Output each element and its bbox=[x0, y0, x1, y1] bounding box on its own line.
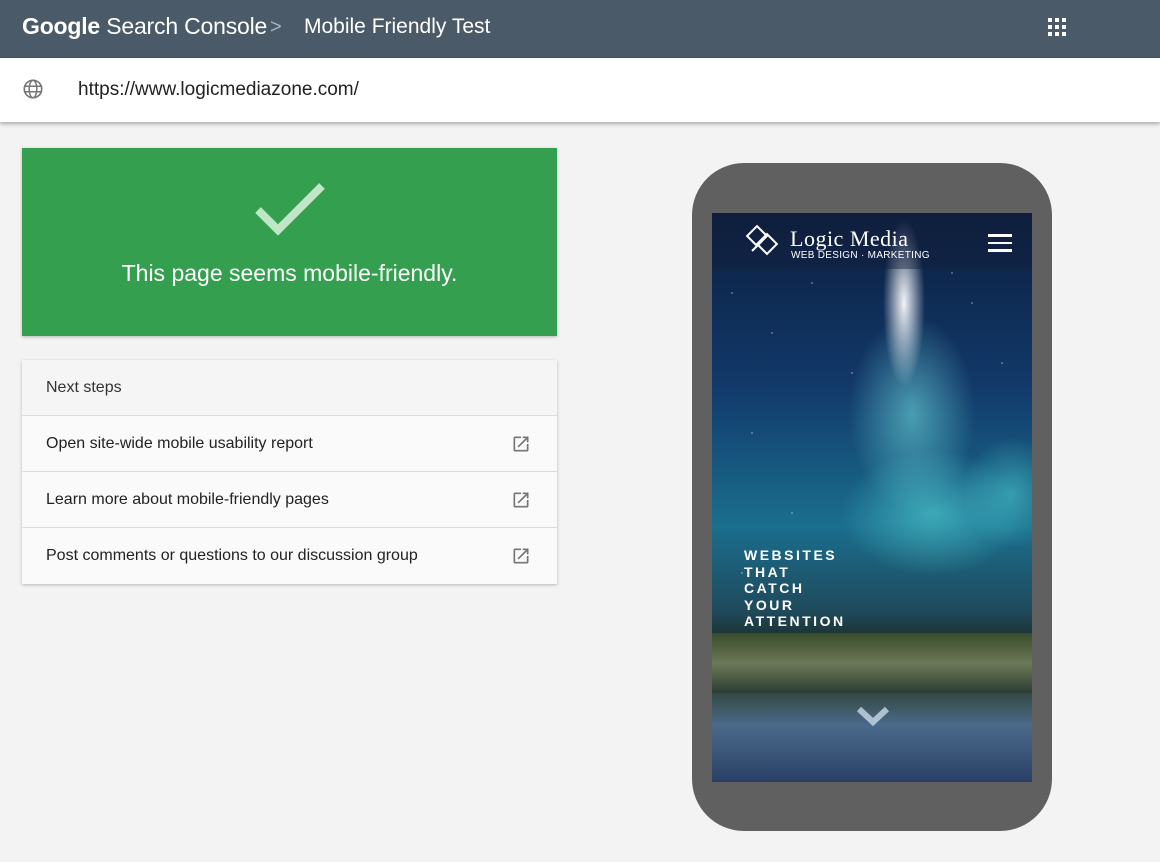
search-console-logo[interactable]: Google Search Console bbox=[22, 13, 267, 40]
globe-icon bbox=[23, 79, 43, 99]
hero-headline: WEBSITES THAT CATCH YOUR ATTENTION bbox=[744, 547, 846, 630]
landscape-meadow bbox=[712, 633, 1032, 693]
open-in-new-icon bbox=[513, 492, 529, 508]
page-screenshot[interactable]: Logic Media WEB DESIGN · MARKETING WEBSI… bbox=[712, 213, 1032, 782]
url-input[interactable] bbox=[70, 74, 970, 106]
chevron-down-icon[interactable] bbox=[856, 705, 890, 727]
hero-line: THAT bbox=[744, 563, 791, 580]
next-steps-heading: Next steps bbox=[22, 360, 557, 416]
hero-line: WEBSITES bbox=[744, 547, 838, 563]
open-in-new-icon bbox=[513, 548, 529, 564]
brand-product: Search Console bbox=[106, 13, 268, 39]
next-step-usability-report[interactable]: Open site-wide mobile usability report bbox=[22, 416, 557, 472]
next-steps-card: Next steps Open site-wide mobile usabili… bbox=[22, 360, 557, 584]
next-step-discussion-group[interactable]: Post comments or questions to our discus… bbox=[22, 528, 557, 584]
checkmark-icon bbox=[255, 183, 325, 236]
next-step-label: Open site-wide mobile usability report bbox=[46, 435, 313, 452]
hero-line: CATCH bbox=[744, 580, 805, 596]
next-step-label: Learn more about mobile-friendly pages bbox=[46, 491, 329, 508]
site-tagline: WEB DESIGN · MARKETING bbox=[791, 250, 930, 261]
phone-preview-frame: Logic Media WEB DESIGN · MARKETING WEBSI… bbox=[692, 163, 1052, 831]
page-title: Mobile Friendly Test bbox=[304, 15, 491, 38]
breadcrumb-separator: > bbox=[270, 16, 282, 38]
hero-line: YOUR bbox=[744, 596, 795, 613]
next-step-label: Post comments or questions to our discus… bbox=[46, 547, 418, 564]
url-bar bbox=[0, 58, 1160, 122]
result-banner: This page seems mobile-friendly. bbox=[22, 148, 557, 336]
hero-line: ATTENTION bbox=[744, 613, 846, 629]
site-header: Logic Media WEB DESIGN · MARKETING bbox=[712, 213, 1032, 269]
open-in-new-icon bbox=[513, 436, 529, 452]
result-message: This page seems mobile-friendly. bbox=[121, 260, 458, 286]
logic-media-logo-icon bbox=[745, 225, 779, 256]
hamburger-menu-icon[interactable] bbox=[988, 234, 1012, 252]
next-step-learn-more[interactable]: Learn more about mobile-friendly pages bbox=[22, 472, 557, 528]
app-header: Google Search Console > Mobile Friendly … bbox=[0, 0, 1160, 58]
apps-grid-icon[interactable] bbox=[1048, 18, 1066, 36]
brand-google: Google bbox=[22, 13, 101, 39]
sky-stars bbox=[712, 213, 1032, 782]
site-name: Logic Media bbox=[790, 226, 909, 251]
